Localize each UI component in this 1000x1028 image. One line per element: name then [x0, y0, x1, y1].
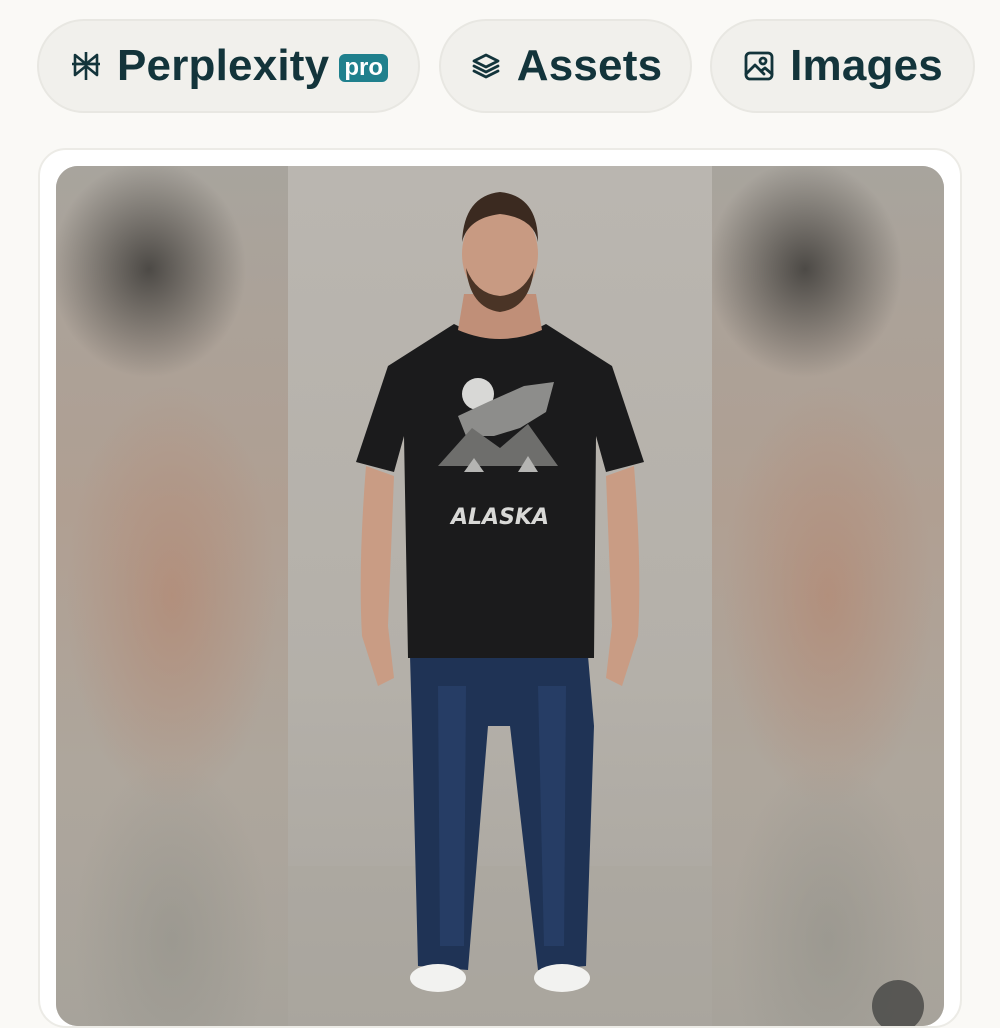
image-icon	[742, 49, 776, 83]
tab-perplexity[interactable]: Perplexity pro	[37, 19, 420, 113]
tab-images-label: Images	[790, 41, 943, 90]
pro-badge: pro	[339, 54, 388, 82]
blurred-background-right	[712, 166, 944, 1026]
tab-assets-label: Assets	[516, 41, 663, 90]
image-viewer[interactable]: ALASKA	[56, 166, 944, 1026]
layers-icon	[469, 49, 503, 83]
product-photo[interactable]: ALASKA	[288, 166, 712, 1026]
top-tabs: Perplexity pro Assets Images	[0, 0, 1000, 130]
tab-perplexity-label: Perplexity	[116, 41, 330, 90]
man-in-tshirt-illustration: ALASKA	[288, 192, 712, 1026]
tab-assets[interactable]: Assets	[439, 19, 692, 113]
shirt-print-text: ALASKA	[449, 505, 549, 530]
perplexity-logo-icon	[69, 49, 103, 83]
scroll-down-button[interactable]	[872, 980, 924, 1026]
blurred-background-left	[56, 166, 288, 1026]
tab-images[interactable]: Images	[710, 19, 975, 113]
